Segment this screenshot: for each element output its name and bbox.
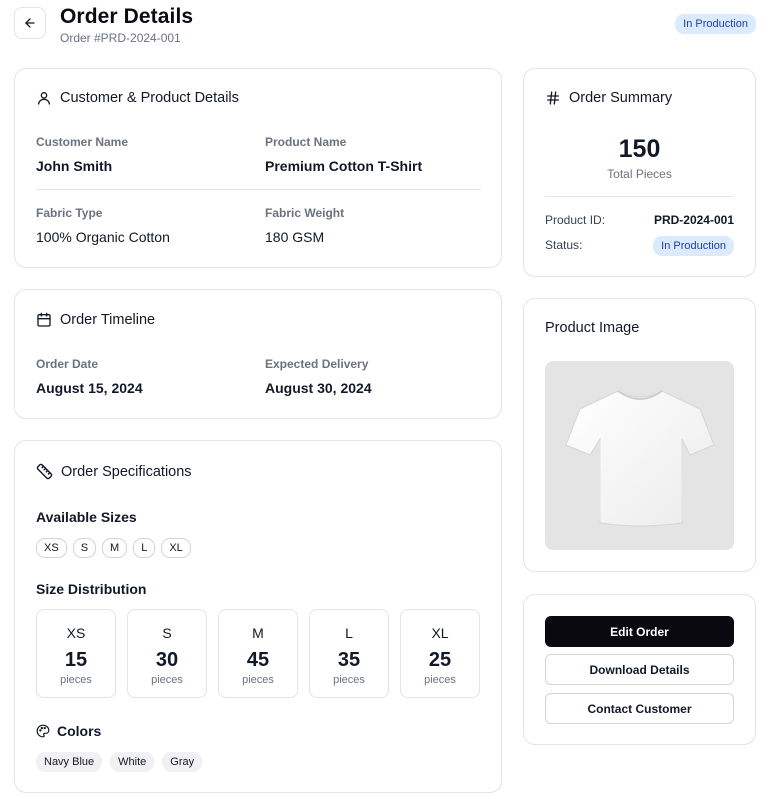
order-date-label: Order Date: [36, 357, 99, 371]
distribution-size: XS: [66, 625, 86, 641]
size-distribution: XS 15 pieces S 30 pieces M 45 pieces L 3…: [36, 609, 480, 698]
timeline-card-title: Order Timeline: [60, 312, 156, 328]
size-chips: XS S M L XL: [36, 538, 197, 558]
specs-card-title: Order Specifications: [61, 463, 192, 480]
size-distribution-heading: Size Distribution: [36, 581, 147, 597]
size-chip: XL: [161, 538, 191, 558]
edit-order-button[interactable]: Edit Order: [545, 616, 734, 647]
color-chip: Gray: [162, 752, 203, 772]
contact-customer-button[interactable]: Contact Customer: [545, 693, 734, 724]
distribution-count: 30: [155, 649, 179, 671]
available-sizes-heading: Available Sizes: [36, 509, 137, 525]
status-badge: In Production: [653, 236, 734, 256]
distribution-card: XL 25 pieces: [400, 609, 480, 698]
customer-card-title: Customer & Product Details: [60, 90, 239, 106]
customer-product-card: Customer & Product Details Customer Name…: [14, 68, 502, 268]
size-chip: S: [72, 538, 97, 558]
tshirt-image: [564, 389, 715, 526]
distribution-unit: pieces: [60, 674, 92, 686]
size-chip: M: [102, 538, 128, 558]
product-image: [545, 361, 734, 550]
customer-name: John Smith: [36, 158, 113, 174]
distribution-count: 45: [246, 649, 270, 671]
delivery-date: August 30, 2024: [265, 380, 372, 396]
summary-card-header: Order Summary: [545, 90, 672, 106]
status-badge: In Production: [675, 14, 756, 34]
summary-card-title: Order Summary: [569, 90, 673, 106]
distribution-size: M: [252, 625, 264, 641]
order-summary-card: Order Summary 150 Total Pieces Product I…: [523, 68, 756, 277]
distribution-unit: pieces: [333, 674, 365, 686]
status-label: Status:: [545, 238, 583, 252]
timeline-card-header: Order Timeline: [36, 312, 155, 328]
download-details-button[interactable]: Download Details: [545, 654, 734, 685]
colors-heading: Colors: [36, 723, 101, 739]
fabric-weight-label: Fabric Weight: [265, 206, 345, 220]
delivery-label: Expected Delivery: [265, 357, 369, 371]
fabric-weight: 180 GSM: [265, 229, 325, 245]
palette-icon: [36, 724, 50, 738]
distribution-unit: pieces: [424, 674, 456, 686]
order-specifications-card: Order Specifications Available Sizes XS …: [14, 440, 502, 793]
divider: [545, 196, 734, 197]
product-name: Premium Cotton T-Shirt: [265, 158, 423, 174]
customer-card-header: Customer & Product Details: [36, 90, 239, 106]
order-timeline-card: Order Timeline Order Date August 15, 202…: [14, 289, 502, 419]
order-date: August 15, 2024: [36, 380, 143, 396]
color-chips: Navy Blue White Gray: [36, 752, 210, 772]
distribution-card: S 30 pieces: [127, 609, 207, 698]
calendar-icon: [37, 312, 51, 327]
product-id-label: Product ID:: [545, 213, 606, 227]
distribution-card: XS 15 pieces: [36, 609, 116, 698]
hash-icon: [547, 91, 559, 105]
product-id: PRD-2024-001: [653, 213, 734, 227]
fabric-type-label: Fabric Type: [36, 206, 103, 220]
distribution-size: XL: [431, 625, 449, 641]
product-image-card: Product Image: [523, 298, 756, 572]
color-chip: Navy Blue: [36, 752, 103, 772]
distribution-size: S: [162, 625, 172, 641]
distribution-unit: pieces: [242, 674, 274, 686]
total-pieces-label: Total Pieces: [607, 167, 672, 181]
distribution-count: 35: [337, 649, 361, 671]
distribution-card: L 35 pieces: [309, 609, 389, 698]
product-name-label: Product Name: [265, 135, 347, 149]
size-chip: L: [133, 538, 156, 558]
back-button[interactable]: [14, 7, 46, 39]
arrow-left-icon: [25, 18, 35, 28]
order-number: Order #PRD-2024-001: [60, 31, 181, 45]
distribution-unit: pieces: [151, 674, 183, 686]
total-pieces: 150: [618, 135, 661, 163]
product-image-title: Product Image: [545, 320, 640, 336]
size-chip: XS: [36, 538, 67, 558]
customer-name-label: Customer Name: [36, 135, 129, 149]
fabric-type: 100% Organic Cotton: [36, 229, 170, 245]
page-title: Order Details: [60, 5, 194, 28]
distribution-size: L: [345, 625, 353, 641]
ruler-icon: [36, 463, 53, 480]
specs-card-header: Order Specifications: [36, 463, 192, 480]
user-icon: [38, 92, 50, 105]
actions-card: Edit Order Download Details Contact Cust…: [523, 594, 756, 745]
colors-label: Colors: [57, 723, 102, 739]
distribution-count: 15: [64, 649, 88, 671]
distribution-count: 25: [428, 649, 452, 671]
divider: [36, 189, 481, 190]
distribution-card: M 45 pieces: [218, 609, 298, 698]
color-chip: White: [110, 752, 155, 772]
